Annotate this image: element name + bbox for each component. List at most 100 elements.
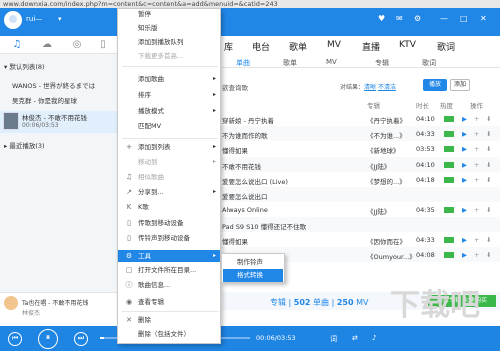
maximize-icon[interactable]: □: [460, 14, 472, 26]
username[interactable]: rui—: [26, 15, 42, 23]
play-icon[interactable]: ▶: [462, 145, 467, 153]
playlist-default-header[interactable]: ▾ 默认列表(8): [4, 61, 45, 71]
menu-item-format-convert[interactable]: 格式转换: [223, 269, 283, 282]
play-all-button[interactable]: 播放: [423, 79, 447, 91]
menu-item[interactable]: 传铃声到移动设备 ▯: [118, 232, 220, 244]
result-row[interactable]: 不敢不用花钱 《JJ陆》 04:10 ▶ + ⬇: [196, 157, 500, 172]
subtab-mv[interactable]: MV: [326, 58, 337, 66]
song-title[interactable]: 懂得如果: [222, 236, 248, 246]
menu-item[interactable]: 添加到播放队列: [118, 36, 220, 48]
download-icon[interactable]: ⬇: [486, 130, 491, 138]
tab-playlists[interactable]: 歌单: [289, 40, 307, 53]
message-icon[interactable]: ✉: [396, 14, 408, 26]
phone-icon[interactable]: ▯: [96, 39, 110, 51]
play-icon[interactable]: ▶: [462, 115, 467, 123]
playlist-recent-header[interactable]: ▸ 最近播放(3): [4, 140, 45, 150]
download-icon[interactable]: ⬇: [486, 115, 491, 123]
menu-item[interactable]: 知乐版: [118, 22, 220, 34]
song-title[interactable]: 不为谁而作的歌: [222, 130, 268, 140]
result-row[interactable]: 懂得如果 《因你而在》 04:33 ▶ + ⬇: [196, 232, 500, 247]
song-album[interactable]: 《不为谁...》: [367, 130, 406, 140]
menu-item[interactable]: 打开文件所在目录... ▢: [118, 264, 220, 276]
add-icon[interactable]: +: [474, 206, 479, 214]
playlist-item[interactable]: WANOS - 世界が終るまでは: [12, 80, 95, 90]
download-icon[interactable]: ⬇: [486, 251, 491, 259]
url-bar[interactable]: www.downxia.com/index.php?m=content&c=co…: [0, 0, 500, 8]
chevron-down-icon[interactable]: ▾: [58, 15, 66, 23]
song-title[interactable]: 懂得如果: [222, 145, 248, 155]
tab-live[interactable]: 直播: [362, 40, 380, 53]
result-row[interactable]: 爱要怎么说出口 (Live) 《梦想的...》 04:18 ▶ + ⬇: [196, 172, 500, 187]
result-row[interactable]: Pad S9 S10 懂得还记不住歌: [196, 217, 500, 232]
menu-item[interactable]: 分享到... ↗ ▸: [118, 186, 220, 198]
result-row[interactable]: 穿新娘 - 丹宁执着 《丹宁执着》 04:10 ▶ + ⬇: [196, 111, 500, 126]
quality-filter[interactable]: 对结果：清晰 不清洁: [340, 82, 396, 91]
menu-item[interactable]: 移动到 ▸: [118, 156, 220, 168]
menu-item[interactable]: 播放模式 ▸: [118, 105, 220, 117]
skin-icon[interactable]: ♥: [378, 14, 390, 26]
download-icon[interactable]: ⬇: [486, 176, 491, 184]
lyrics-icon[interactable]: 词: [330, 334, 337, 344]
tab-ktv[interactable]: KTV: [399, 40, 416, 50]
menu-item[interactable]: K歌 K: [118, 201, 220, 213]
menu-item[interactable]: 暂停: [118, 8, 220, 20]
song-title[interactable]: 爱要怎么说出口 (Live): [222, 176, 288, 186]
menu-item[interactable]: 添加歌曲 ▸: [118, 73, 220, 85]
menu-item[interactable]: 查看专辑 ◉: [118, 296, 220, 308]
tab-mv[interactable]: MV: [327, 40, 341, 50]
download-icon[interactable]: ⬇: [486, 236, 491, 244]
result-row[interactable]: 懂得如果 《新地球》 03:53 ▶ + ⬇: [196, 141, 500, 156]
add-icon[interactable]: +: [474, 115, 479, 123]
song-album[interactable]: 《新地球》: [367, 145, 400, 155]
song-album[interactable]: 《梦想的...》: [367, 176, 406, 186]
menu-item-make-ringtone[interactable]: 制作铃声: [223, 256, 283, 269]
play-icon[interactable]: ▶: [462, 176, 467, 184]
tab-radio[interactable]: 电台: [252, 40, 270, 53]
avatar[interactable]: [4, 11, 22, 29]
song-title[interactable]: 穿新娘 - 丹宁执着: [222, 115, 274, 125]
download-icon[interactable]: ⬇: [486, 161, 491, 169]
close-icon[interactable]: ✕: [480, 14, 492, 26]
add-icon[interactable]: +: [474, 251, 479, 259]
next-button[interactable]: ⏭: [74, 332, 88, 346]
song-album[interactable]: 《JJ陆》: [367, 206, 390, 216]
menu-item[interactable]: 匹配MV: [118, 120, 220, 132]
song-album[interactable]: 《JJ陆》: [367, 161, 390, 171]
add-icon[interactable]: +: [474, 176, 479, 184]
song-title[interactable]: 不敢不用花钱: [222, 161, 261, 171]
play-icon[interactable]: ▶: [462, 130, 467, 138]
song-album[interactable]: 《因你而在》: [367, 236, 406, 246]
pause-button[interactable]: ⏸: [38, 329, 58, 349]
add-icon[interactable]: +: [474, 161, 479, 169]
download-icon[interactable]: ⬇: [486, 145, 491, 153]
song-title[interactable]: Pad S9 S10 懂得还记不住歌: [222, 221, 306, 231]
song-title[interactable]: 爱要怎么说出口: [222, 191, 268, 201]
menu-item[interactable]: 删除 ✕: [118, 314, 220, 326]
add-icon[interactable]: +: [474, 130, 479, 138]
play-icon[interactable]: ▶: [462, 236, 467, 244]
menu-item[interactable]: 传歌到移动设备 ▯: [118, 217, 220, 229]
song-title[interactable]: Always Online: [222, 206, 268, 214]
menu-item[interactable]: 排序 ▸: [118, 89, 220, 101]
radio-icon[interactable]: ◎: [70, 39, 84, 51]
menu-item[interactable]: 相似歌曲 ♫: [118, 171, 220, 183]
menu-item[interactable]: 添加到列表 + ▸: [118, 141, 220, 153]
menu-item[interactable]: 下载更多首高...: [118, 50, 220, 62]
menu-item[interactable]: 删除（包括文件）: [118, 328, 220, 340]
minimize-icon[interactable]: —: [440, 14, 452, 26]
download-icon[interactable]: ⬇: [486, 206, 491, 214]
song-album[interactable]: 《Oumyour...》: [367, 251, 416, 261]
menu-item[interactable]: 歌曲信息... ⓘ: [118, 279, 220, 291]
playlist-item[interactable]: 吴克群 - 你是我的星球: [12, 95, 77, 105]
add-icon[interactable]: +: [474, 145, 479, 153]
song-album[interactable]: 《丹宁执着》: [367, 115, 406, 125]
play-icon[interactable]: ▶: [462, 206, 467, 214]
result-row[interactable]: 爱要怎么说出口: [196, 187, 500, 202]
result-row[interactable]: Always Online 《JJ陆》 04:35 ▶ + ⬇: [196, 202, 500, 217]
tab-lyrics[interactable]: 歌词: [437, 40, 455, 53]
cloud-icon[interactable]: ☁: [40, 39, 54, 51]
prev-button[interactable]: ⏮: [8, 332, 22, 346]
menu-item[interactable]: 工具 ⚙ ▸: [118, 250, 220, 262]
shuffle-icon[interactable]: ⇄: [352, 334, 358, 342]
play-icon[interactable]: ▶: [462, 161, 467, 169]
